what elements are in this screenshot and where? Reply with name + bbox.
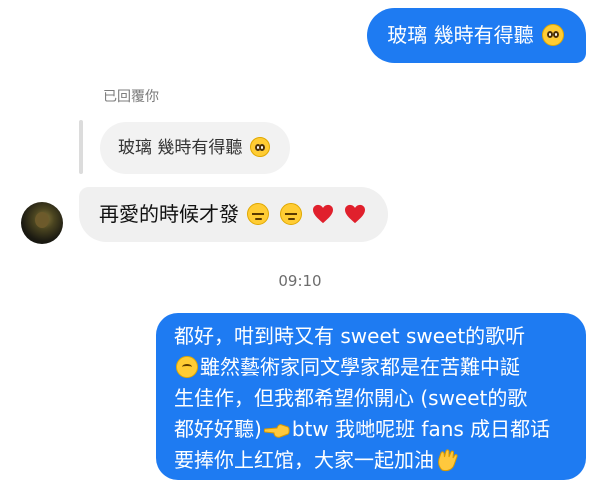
pointing-hand-icon bbox=[263, 424, 290, 438]
message-text: 再愛的時候才發 bbox=[99, 202, 239, 226]
message-line-2: 雖然藝術家同文學家都是在苦難中誕 bbox=[174, 352, 568, 383]
message-text: btw 我哋呢班 fans 成日都话 bbox=[291, 417, 551, 441]
outgoing-message-bubble[interactable]: 玻璃 幾時有得聽 bbox=[367, 8, 586, 63]
pleading-face-icon bbox=[542, 24, 564, 46]
clapping-hands-icon bbox=[438, 449, 458, 472]
red-heart-icon bbox=[345, 204, 366, 224]
message-text: 雖然藝術家同文學家都是在苦難中誕 bbox=[200, 355, 520, 379]
message-line-5: 要捧你上红馆，大家一起加油 bbox=[174, 445, 568, 476]
thinking-face-icon bbox=[176, 356, 198, 378]
contact-avatar[interactable] bbox=[21, 202, 63, 244]
avatar-face bbox=[35, 212, 49, 228]
quoted-message-bubble[interactable]: 玻璃 幾時有得聽 bbox=[100, 122, 290, 174]
message-timestamp: 09:10 bbox=[278, 272, 322, 290]
message-line: 生佳作，但我都希望你開心 (sweet的歌 bbox=[174, 386, 528, 410]
reply-indicator-label: 已回覆你 bbox=[103, 89, 159, 105]
pleading-face-icon bbox=[249, 137, 270, 157]
red-heart-icon bbox=[313, 204, 334, 224]
quoted-message-text: 玻璃 幾時有得聽 bbox=[118, 138, 243, 158]
reply-quote-bar bbox=[79, 120, 83, 174]
message-text: 都好好聽) bbox=[174, 417, 262, 441]
pensive-face-icon bbox=[247, 203, 270, 225]
message-line-4: 都好好聽) btw 我哋呢班 fans 成日都话 bbox=[174, 414, 568, 445]
message-text: 玻璃 幾時有得聽 bbox=[387, 23, 534, 47]
outgoing-message-bubble[interactable]: 都好，咁到時又有 sweet sweet的歌听 雖然藝術家同文學家都是在苦難中誕… bbox=[156, 313, 586, 480]
incoming-message-bubble[interactable]: 再愛的時候才發 bbox=[79, 187, 389, 242]
message-line: 都好，咁到時又有 sweet sweet的歌听 bbox=[174, 324, 526, 348]
pensive-face-icon bbox=[279, 203, 302, 225]
message-text: 要捧你上红馆，大家一起加油 bbox=[174, 448, 434, 472]
